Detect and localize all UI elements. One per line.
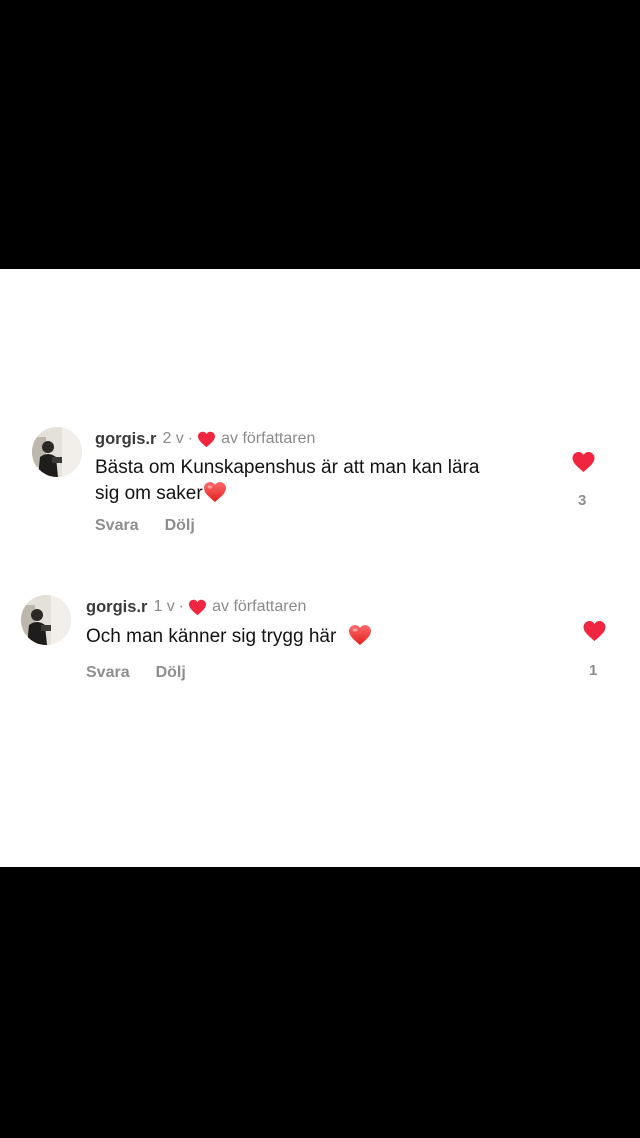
comments-panel: gorgis.r 2 v · av författaren Bästa om K… [0,269,640,867]
comment-age: 2 v [162,430,184,447]
comment-text-line-2: sig om saker [95,483,203,504]
author-label: av författaren [221,430,316,447]
separator: · [178,598,185,615]
avatar[interactable] [21,595,71,645]
comment-actions: Svara Dölj [86,664,186,682]
avatar-photo [32,427,82,477]
author-liked-heart-icon [189,599,207,615]
comment-header: gorgis.r 1 v · av författaren [86,596,306,618]
like-count: 3 [578,492,587,509]
separator: · [187,430,194,447]
like-count: 1 [589,662,598,679]
avatar-photo [21,595,71,645]
avatar[interactable] [32,427,82,477]
author-liked-heart-icon [198,431,216,447]
reply-button[interactable]: Svara [86,664,130,682]
comment-text: Bästa om Kunskapenshus är att man kan lä… [95,455,479,507]
heart-emoji-icon [348,625,371,645]
comment-text-line: Bästa om Kunskapenshus är att man kan lä… [95,457,480,478]
author-label: av författaren [212,598,307,615]
hide-button[interactable]: Dölj [165,517,195,535]
comment-text: Och man känner sig trygg här [86,624,372,650]
comment-header: gorgis.r 2 v · av författaren [95,428,315,450]
heart-emoji-icon [203,482,226,502]
like-heart-icon[interactable] [571,451,596,473]
comment-age: 1 v [153,598,175,615]
comment-text-line: sig om saker [95,481,479,507]
like-heart-icon[interactable] [582,620,607,642]
comment-actions: Svara Dölj [95,517,195,535]
hide-button[interactable]: Dölj [156,664,186,682]
comment-text-line: Och man känner sig trygg här [86,626,337,647]
username[interactable]: gorgis.r [95,430,156,449]
username[interactable]: gorgis.r [86,598,147,617]
reply-button[interactable]: Svara [95,517,139,535]
